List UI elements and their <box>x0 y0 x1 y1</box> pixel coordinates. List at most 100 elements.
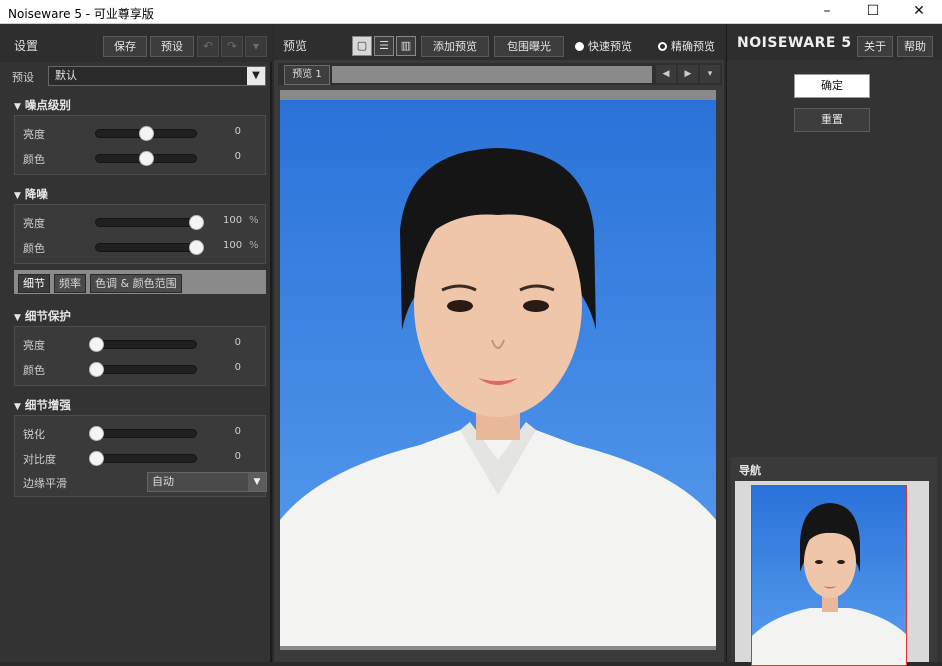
section-noise-level[interactable]: ▼ 噪点级别 <box>14 97 71 113</box>
navigator-title: 导航 <box>739 464 761 477</box>
slider-track[interactable] <box>89 337 197 352</box>
redo-icon[interactable]: ↷ <box>221 36 243 57</box>
slider-unit: % <box>249 215 259 226</box>
chevron-down-icon[interactable]: ▼ <box>247 67 265 85</box>
fast-preview-radio[interactable]: 快速预览 <box>575 38 632 54</box>
slider-label: 亮度 <box>23 339 45 352</box>
slider-knob[interactable] <box>189 240 204 255</box>
tab-tone-color[interactable]: 色调 & 颜色范围 <box>90 274 182 293</box>
portrait-photo[interactable] <box>280 100 716 646</box>
slider-row: 亮度 0 <box>23 334 263 354</box>
section-detail-protect[interactable]: ▼ 细节保护 <box>14 308 71 324</box>
section-title: 噪点级别 <box>24 98 71 112</box>
slider-track[interactable] <box>89 426 197 441</box>
preview-title: 预览 <box>283 39 308 53</box>
thumbnail-illustration <box>752 503 906 665</box>
right-panel: NOISEWARE 5 关于 帮助 确定 重置 导航 <box>726 24 942 666</box>
settings-title: 设置 <box>14 39 39 53</box>
slider-track[interactable] <box>89 451 197 466</box>
right-header: NOISEWARE 5 关于 帮助 <box>727 24 942 60</box>
slider-label: 亮度 <box>23 217 45 230</box>
next-tab-icon[interactable]: ▶ <box>678 65 698 83</box>
slider-value: 0 <box>234 151 241 162</box>
preset-select[interactable]: 默认 ▼ <box>48 66 266 86</box>
window-title: Noiseware 5 - 可业尊享版 <box>8 7 154 21</box>
detail-protect-group: 亮度 0 颜色 0 <box>14 326 266 386</box>
slider-track[interactable] <box>95 151 197 166</box>
slider-unit: % <box>249 240 259 251</box>
slider-knob[interactable] <box>139 151 154 166</box>
slider-knob[interactable] <box>139 126 154 141</box>
minimize-button[interactable]: – <box>804 0 850 24</box>
edge-smooth-label: 边缘平滑 <box>23 477 67 490</box>
undo-icon[interactable]: ↶ <box>197 36 219 57</box>
close-button[interactable]: ✕ <box>896 0 942 24</box>
slider-row: 对比度 0 <box>23 448 263 468</box>
slider-row: 颜色 0 <box>23 359 263 379</box>
section-title: 细节保护 <box>24 309 71 323</box>
slider-track[interactable] <box>95 126 197 141</box>
section-title: 降噪 <box>24 187 48 201</box>
tab-preview-1[interactable]: 预览 1 <box>284 65 330 85</box>
slider-track[interactable] <box>89 362 197 377</box>
reset-button[interactable]: 重置 <box>794 108 870 132</box>
slider-label: 对比度 <box>23 453 56 466</box>
noise-level-group: 亮度 0 颜色 0 <box>14 115 266 175</box>
section-title: 细节增强 <box>24 398 71 412</box>
collapse-triangle-icon: ▼ <box>14 102 21 112</box>
slider-knob[interactable] <box>89 362 104 377</box>
slider-value: 100 <box>223 215 243 226</box>
preset-select-value: 默认 <box>55 69 77 82</box>
slider-knob[interactable] <box>89 451 104 466</box>
slider-knob[interactable] <box>89 426 104 441</box>
slider-value: 0 <box>234 362 241 373</box>
split-horizontal-icon[interactable]: ☰ <box>374 36 394 56</box>
portrait-illustration <box>280 148 716 646</box>
slider-value: 0 <box>234 451 241 462</box>
bracket-exposure-button[interactable]: 包围曝光 <box>494 36 564 57</box>
preview-image-frame[interactable] <box>280 90 716 650</box>
chevron-down-icon[interactable]: ▾ <box>245 36 267 57</box>
edge-smooth-select[interactable]: 自动 ▼ <box>147 472 267 492</box>
slider-track[interactable] <box>95 215 204 230</box>
split-vertical-icon[interactable]: ▥ <box>396 36 416 56</box>
add-preview-button[interactable]: 添加预览 <box>421 36 489 57</box>
navigator-thumbnail[interactable] <box>751 485 907 666</box>
tab-strip <box>332 66 652 83</box>
slider-knob[interactable] <box>189 215 204 230</box>
tab-frequency[interactable]: 频率 <box>54 274 86 293</box>
exact-preview-radio[interactable]: 精确预览 <box>658 38 715 54</box>
slider-value: 0 <box>234 426 241 437</box>
preset-label: 预设 <box>12 71 34 84</box>
noise-reduction-group: 亮度 100 % 颜色 100 % <box>14 204 266 264</box>
detail-enhance-group: 锐化 0 对比度 0 边缘平滑 自动 ▼ <box>14 415 267 497</box>
radio-on-icon <box>575 42 584 51</box>
title-bar: Noiseware 5 - 可业尊享版 – ☐ ✕ <box>0 0 942 24</box>
slider-row: 亮度 100 % <box>23 212 263 232</box>
ok-button[interactable]: 确定 <box>794 74 870 98</box>
slider-value: 0 <box>234 126 241 137</box>
maximize-button[interactable]: ☐ <box>850 0 896 24</box>
settings-panel: 设置 保存 预设 ↶ ↷ ▾ 预设 默认 ▼ ▼ 噪点级别 亮度 0 颜色 0 ▼… <box>0 24 272 662</box>
section-detail-enhance[interactable]: ▼ 细节增强 <box>14 397 71 413</box>
prev-tab-icon[interactable]: ◀ <box>656 65 676 83</box>
single-view-icon[interactable]: ▢ <box>352 36 372 56</box>
slider-label: 颜色 <box>23 153 45 166</box>
collapse-triangle-icon: ▼ <box>14 313 21 323</box>
slider-label: 亮度 <box>23 128 45 141</box>
slider-knob[interactable] <box>89 337 104 352</box>
about-button[interactable]: 关于 <box>857 36 893 57</box>
tab-detail[interactable]: 细节 <box>18 274 50 293</box>
chevron-down-icon[interactable]: ▼ <box>248 473 266 491</box>
collapse-triangle-icon: ▼ <box>14 402 21 412</box>
save-button[interactable]: 保存 <box>103 36 147 57</box>
section-noise-reduction[interactable]: ▼ 降噪 <box>14 186 48 202</box>
radio-label: 精确预览 <box>671 40 715 53</box>
slider-row: 颜色 100 % <box>23 237 263 257</box>
tab-menu-icon[interactable]: ▾ <box>700 65 720 83</box>
preset-button[interactable]: 预设 <box>150 36 194 57</box>
slider-track[interactable] <box>95 240 204 255</box>
help-button[interactable]: 帮助 <box>897 36 933 57</box>
slider-value: 0 <box>234 337 241 348</box>
app-window: Noiseware 5 - 可业尊享版 – ☐ ✕ 设置 保存 预设 ↶ ↷ ▾… <box>0 0 942 666</box>
